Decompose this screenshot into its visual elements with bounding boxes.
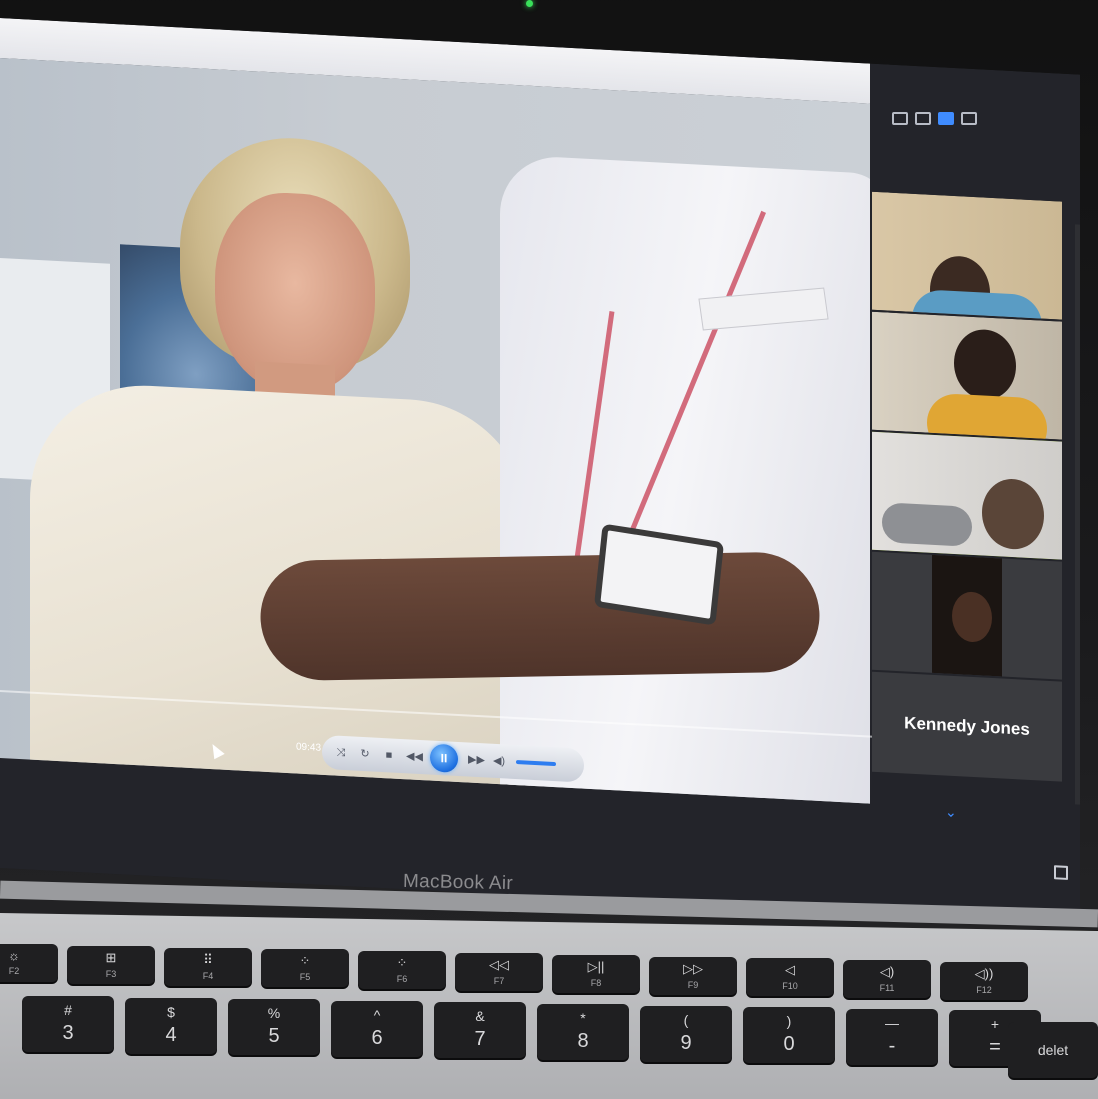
key-icon: ◁ [785,962,795,978]
pop-out-icon[interactable] [1054,865,1068,880]
key-lower-glyph: - [888,1034,896,1057]
photo-scene: 09:43 ⤨ ↻ ■ ◀◀ II ▶▶ ◀) Kennedy Jones ⌄ … [0,0,1098,1099]
sidebar-view-icon[interactable] [938,112,954,125]
next-icon[interactable]: ▶▶ [468,753,482,768]
function-key[interactable]: ⊞ F3 [67,945,155,984]
key-icon: ⠿ [203,951,213,967]
function-key[interactable]: ⁘ F6 [358,951,446,990]
key-icon: ◁◁ [489,957,509,972]
key-icon: ⁘ [299,953,311,969]
key-icon: ⁘ [396,955,408,971]
key-label: F12 [976,985,992,995]
repeat-icon[interactable]: ↻ [358,747,372,762]
number-key[interactable]: (9 [640,1005,732,1062]
key-lower-glyph: 5 [268,1025,280,1048]
function-key[interactable]: ◁◁ F7 [455,953,543,991]
key-label: F2 [8,966,20,976]
key-label: F6 [396,974,408,985]
key-label: F4 [202,970,214,981]
previous-icon[interactable]: ◀◀ [406,749,420,764]
video-frame[interactable] [0,58,870,804]
delete-key-label: delet [1037,1042,1069,1058]
function-key[interactable]: ▷|| F8 [552,954,640,993]
number-key[interactable]: — - [846,1008,938,1065]
key-icon: ☼ [8,948,20,963]
number-key[interactable]: ^ 6 [331,1000,423,1057]
key-lower-glyph: 0 [783,1033,795,1056]
key-icon: ⊞ [105,949,117,965]
function-key[interactable]: ▷▷ F9 [649,956,737,995]
speaker-view-icon[interactable] [915,112,931,125]
minimize-icon[interactable] [892,112,908,125]
function-key[interactable]: ◁)) F12 [940,962,1028,1000]
key-upper-glyph: ^ [373,1006,381,1023]
key-lower-glyph: 7 [474,1028,486,1051]
key-label: F10 [782,981,798,992]
laptop-screen: 09:43 ⤨ ↻ ■ ◀◀ II ▶▶ ◀) Kennedy Jones ⌄ [0,18,1080,925]
delete-key[interactable]: delet [1008,1022,1098,1078]
key-upper-glyph: $ [167,1003,175,1020]
key-lower-glyph: 9 [680,1031,692,1054]
number-key[interactable]: & 7 [434,1002,526,1059]
key-label: F8 [590,977,602,988]
participant-video-tile[interactable] [872,432,1062,560]
key-icon: ◁)) [974,966,994,981]
number-key[interactable]: % 5 [228,999,320,1056]
participant-video-tile[interactable] [872,192,1062,320]
key-upper-glyph: ( [683,1011,689,1028]
number-key[interactable]: * 8 [537,1004,629,1060]
function-key[interactable]: ⁘ F5 [261,949,349,988]
key-label: F5 [299,972,311,983]
participant-video-tile[interactable] [872,552,1062,680]
key-label: F3 [105,968,117,979]
key-label: F9 [687,979,699,990]
function-key[interactable]: ◁ F10 [746,958,834,997]
key-lower-glyph: 6 [371,1026,383,1049]
stop-icon[interactable]: ■ [382,748,396,763]
volume-icon[interactable]: ◀) [492,754,506,769]
key-upper-glyph: ) [786,1013,792,1030]
participant-name-tile[interactable]: Kennedy Jones [872,672,1062,782]
number-key[interactable]: #3 [22,996,114,1052]
chevron-down-icon[interactable]: ⌄ [945,804,957,822]
shuffle-icon[interactable]: ⤨ [334,746,348,761]
key-upper-glyph: # [64,1002,72,1018]
key-lower-glyph: 3 [62,1022,74,1044]
key-icon: ▷|| [587,958,605,974]
key-upper-glyph: — [885,1014,899,1031]
key-lower-glyph: 4 [165,1023,177,1046]
key-label: F11 [879,983,895,994]
key-icon: ▷▷ [683,960,703,976]
nurse-arm [256,551,823,681]
key-lower-glyph: 8 [577,1030,589,1052]
participant-name: Kennedy Jones [904,713,1030,739]
nurse-coat [500,154,870,803]
view-controls [892,112,977,125]
key-upper-glyph: * [580,1010,586,1026]
camera-indicator-light [526,0,533,7]
participant-video-tile[interactable] [872,312,1062,440]
volume-slider[interactable] [516,760,556,766]
key-label: F7 [493,976,505,986]
key-icon: ◁) [879,964,895,980]
function-key[interactable]: ☼ F2 [0,944,58,982]
elapsed-time: 09:43 [296,741,322,754]
pause-icon[interactable]: II [430,744,458,773]
key-upper-glyph: % [267,1005,281,1022]
key-upper-glyph: & [475,1008,485,1025]
number-key[interactable]: ) 0 [743,1007,835,1064]
function-key[interactable]: ⠿ F4 [164,947,252,986]
gallery-view-icon[interactable] [961,112,977,125]
number-key[interactable]: $4 [125,997,217,1054]
function-key[interactable]: ◁) F11 [843,960,931,999]
participants-panel: Kennedy Jones [872,192,1062,822]
